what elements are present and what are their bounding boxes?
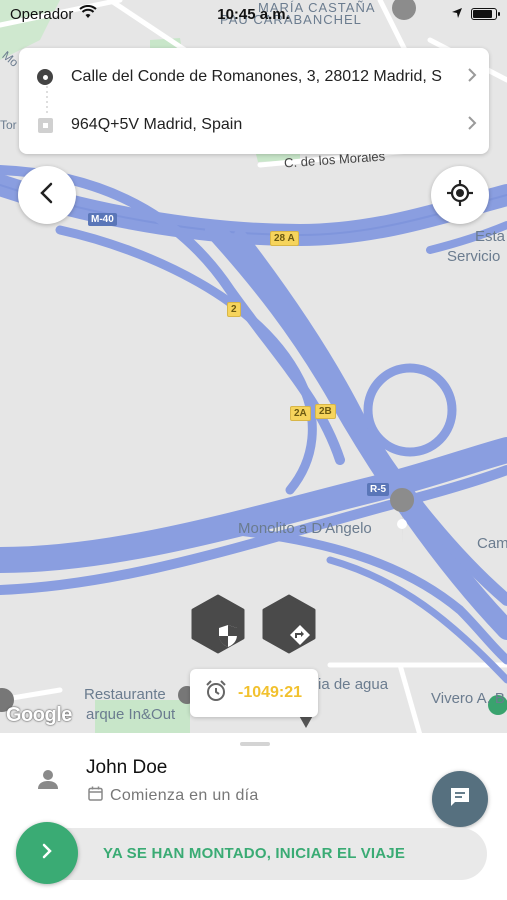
my-location-button[interactable] [431,166,489,224]
trip-start-info: Comienza en un día [110,787,259,804]
safety-shield-button[interactable] [191,594,245,654]
origin-row[interactable]: Calle del Conde de Romanones, 3, 28012 M… [19,52,489,102]
chat-message-icon [448,785,472,814]
route-card: Calle del Conde de Romanones, 3, 28012 M… [19,48,489,154]
map-label-restaurante: Restaurante [84,686,166,703]
route-connector-line [46,86,48,116]
road-shield-2: 2 [227,302,241,317]
map-label-parque: arque In&Out [86,706,176,723]
sheet-drag-handle[interactable] [240,742,270,746]
driver-name: John Doe [86,757,168,778]
battery-icon [471,8,500,20]
status-bar: Operador 10:45 a.m. [0,0,507,28]
chevron-right-icon [455,66,489,89]
trip-bottom-sheet: John Doe Comienza en un día YA SE HAN MO… [0,733,507,900]
calendar-icon [88,786,103,806]
road-shield-m40: M-40 [88,213,117,226]
road-shield-28a: 28 A [270,231,299,246]
directions-button[interactable] [262,594,316,654]
map-label-monolito: Monolito a D'Angelo [238,520,372,537]
origin-address: Calle del Conde de Romanones, 3, 28012 M… [71,68,442,85]
chat-button[interactable] [432,771,488,827]
alarm-clock-icon [204,679,228,708]
destination-row[interactable]: 964Q+5V Madrid, Spain [19,100,489,150]
map-label-cam: Cam [477,535,507,552]
location-arrow-icon [451,6,463,23]
person-icon [36,767,60,796]
start-trip-label: YA SE HAN MONTADO, INICIAR EL VIAJE [103,845,406,862]
countdown-timer: -1049:21 [190,669,318,717]
chevron-right-icon [41,842,53,865]
map-label-tor: Tor [0,118,17,132]
battery-level [473,10,492,18]
map-label-vivero: Vivero A. B [431,690,505,707]
map-label-esta: Esta [475,228,506,245]
driver-info: John Doe Comienza en un día [0,753,507,827]
timer-value: -1049:21 [238,684,303,701]
map-label-agua: ia de agua [318,676,389,693]
origin-dot-icon [37,69,53,85]
chevron-left-icon [39,182,55,209]
road-shield-r5: R-5 [367,483,390,496]
status-time: 10:45 a.m. [217,5,290,23]
chevron-right-icon [455,114,489,137]
carrier-name: Operador [10,5,74,23]
destination-square-icon [37,117,53,133]
road-shield-2a: 2A [290,406,311,421]
wifi-icon [79,5,98,23]
back-button[interactable] [18,166,76,224]
road-shield-2b: 2B [315,404,336,419]
start-trip-slider-knob[interactable] [16,822,78,884]
map-label-servicio: Servicio [447,248,501,265]
google-attribution-logo: Google [6,704,72,726]
crosshair-location-icon [446,179,474,212]
destination-address: 964Q+5V Madrid, Spain [71,116,243,133]
